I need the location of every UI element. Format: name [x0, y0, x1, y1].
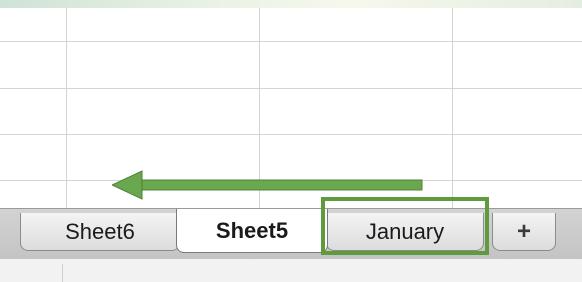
- grid-row-line: [0, 134, 582, 135]
- status-strip-divider: [62, 264, 63, 282]
- sheet-tab-label: Sheet5: [215, 217, 289, 243]
- top-gradient-strip: [0, 0, 582, 8]
- arrow-head-icon: [112, 170, 143, 200]
- status-strip: [0, 259, 582, 282]
- sheet-tab-sheet6[interactable]: Sheet6: [20, 213, 180, 251]
- january-tab-highlight-box: [321, 197, 489, 255]
- grid-row-line: [0, 88, 582, 89]
- arrow-shaft: [137, 179, 423, 191]
- sheet-tab-label: Sheet6: [65, 218, 135, 244]
- sheet-tab-sheet5[interactable]: Sheet5: [176, 209, 328, 253]
- grid-row-line: [0, 41, 582, 42]
- sheet-tab-bar: Sheet6 Sheet5 January +: [0, 208, 582, 259]
- move-left-arrow-annotation: [112, 170, 423, 200]
- add-sheet-button[interactable]: +: [492, 213, 556, 251]
- grid-column-line: [452, 8, 453, 208]
- grid-column-line: [66, 8, 67, 208]
- plus-icon: +: [516, 217, 531, 245]
